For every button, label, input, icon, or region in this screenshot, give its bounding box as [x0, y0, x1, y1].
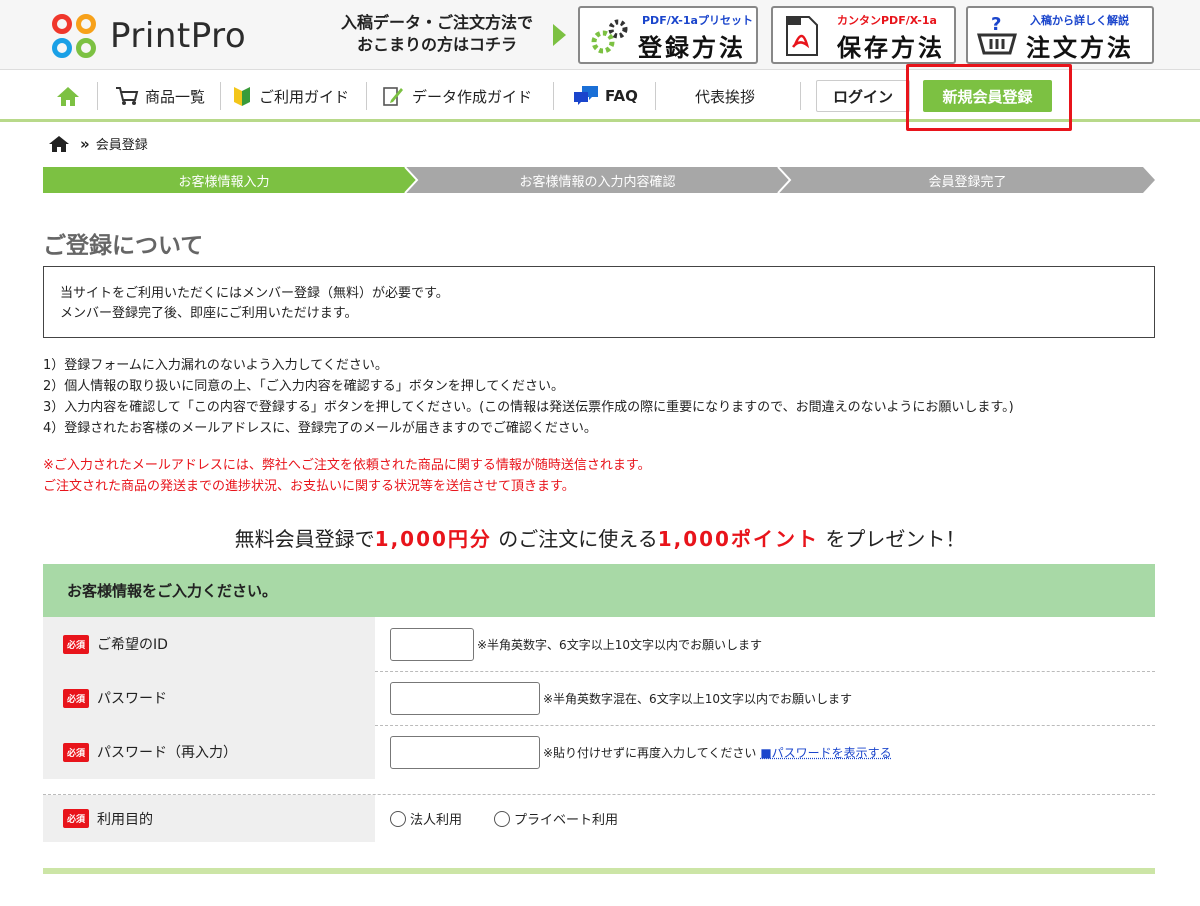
form-row-purpose: 必須 利用目的 法人利用 プライベート利用	[43, 795, 1155, 842]
breadcrumb: » 会員登録	[48, 134, 148, 153]
pdf-file-icon	[779, 14, 825, 58]
progress-steps: お客様情報入力 お客様情報の入力内容確認 会員登録完了	[43, 167, 1155, 193]
nav-home[interactable]	[56, 80, 80, 112]
logo-text: PrintPro	[110, 16, 247, 56]
form-row-id: 必須 ご希望のID ※半角英数字、6文字以上10文字以内でお願いします	[43, 617, 1155, 671]
instruction-item: 3）入力内容を確認して「この内容で登録する」ボタンを押してください。(この情報は…	[43, 400, 1014, 415]
required-badge: 必須	[63, 688, 90, 708]
form-heading: お客様情報をご入力ください。	[43, 564, 1155, 617]
form-row-password: 必須 パスワード ※半角英数字混在、6文字以上10文字以内でお願いします	[43, 671, 1155, 725]
instructions-list: 1）登録フォームに入力漏れのないよう入力してください。 2）個人情報の取り扱いに…	[43, 355, 1014, 439]
instruction-item: 4）登録されたお客様のメールアドレスに、登録完了のメールが届きますのでご確認くだ…	[43, 421, 597, 436]
points-promo: 無料会員登録で1,000円分 のご注文に使える1,000ポイント をプレゼント！	[234, 527, 966, 551]
radio-circle-icon	[390, 810, 406, 827]
order-method-button[interactable]: ? 入稿から詳しく解説 注文方法	[966, 6, 1154, 64]
help-promo-text: 入稿データ・ご注文方法で おこまりの方はコチラ	[340, 13, 533, 54]
instruction-item: 2）個人情報の取り扱いに同意の上、「ご入力内容を確認する」ボタンを押してください…	[43, 379, 564, 394]
shopping-basket-icon: ?	[974, 14, 1020, 58]
desired-id-input[interactable]	[390, 627, 474, 661]
field-label: 利用目的	[97, 811, 154, 828]
email-warning: ※ご入力されたメールアドレスには、弊社へご注文を依頼された商品に関する情報が随時…	[43, 458, 651, 494]
field-hint: ※半角英数字混在、6文字以上10文字以内でお願いします	[543, 691, 852, 706]
password-input[interactable]	[390, 681, 540, 715]
required-badge: 必須	[63, 634, 90, 654]
nav-greeting[interactable]: 代表挨拶	[695, 80, 755, 112]
nav-faq[interactable]: FAQ	[573, 80, 638, 112]
nav-data-guide[interactable]: データ作成ガイド	[382, 80, 532, 112]
password-confirm-input[interactable]	[390, 735, 540, 769]
beginner-mark-icon	[234, 87, 250, 106]
form-row-password-confirm: 必須 パスワード（再入力） ※貼り付けせずに再度入力してください ■パスワードを表…	[43, 725, 1155, 779]
home-icon[interactable]	[48, 135, 70, 153]
preset-register-button[interactable]: PDF/X-1aプリセット 登録方法	[578, 6, 758, 64]
field-hint: ※貼り付けせずに再度入力してください	[543, 745, 757, 760]
breadcrumb-current: 会員登録	[95, 138, 148, 153]
required-badge: 必須	[63, 742, 90, 762]
svg-text:?: ?	[991, 15, 1001, 35]
field-hint: ※半角英数字、6文字以上10文字以内でお願いします	[477, 637, 762, 652]
home-icon	[57, 87, 79, 106]
gear-icon	[586, 14, 632, 58]
purpose-corporate-radio[interactable]: 法人利用	[390, 809, 462, 828]
nav-user-guide[interactable]: ご利用ガイド	[233, 80, 349, 112]
step-confirm: お客様情報の入力内容確認	[519, 174, 676, 190]
notice-box: 当サイトをご利用いただくにはメンバー登録（無料）が必要です。 メンバー登録完了後…	[43, 266, 1155, 338]
field-label: パスワード（再入力）	[97, 745, 238, 761]
field-label: ご希望のID	[97, 637, 168, 653]
logo-mark	[52, 14, 100, 58]
step-complete: 会員登録完了	[928, 174, 1007, 190]
instruction-item: 1）登録フォームに入力漏れのないよう入力してください。	[43, 358, 388, 373]
nav-products[interactable]: 商品一覧	[115, 80, 205, 112]
highlight-box	[906, 64, 1072, 131]
required-badge: 必須	[63, 809, 90, 828]
show-password-link[interactable]: ■パスワードを表示する	[760, 744, 891, 761]
site-logo[interactable]: PrintPro	[52, 14, 246, 58]
purpose-private-radio[interactable]: プライベート利用	[494, 809, 618, 828]
cart-icon	[116, 87, 139, 105]
login-button[interactable]: ログイン	[816, 80, 910, 112]
section-title: ご登録について	[43, 233, 204, 259]
field-label: パスワード	[97, 691, 168, 707]
chat-bubbles-icon	[574, 86, 598, 105]
step-current: お客様情報入力	[178, 174, 270, 190]
pdf-save-button[interactable]: カンタンPDF/X-1a 保存方法	[771, 6, 956, 64]
radio-circle-icon	[494, 810, 511, 827]
form-bottom-border	[43, 868, 1155, 874]
promo-arrow-icon	[553, 24, 566, 46]
site-header: PrintPro 入稿データ・ご注文方法で おこまりの方はコチラ PDF/X-1…	[0, 0, 1200, 70]
edit-document-icon	[383, 87, 403, 106]
